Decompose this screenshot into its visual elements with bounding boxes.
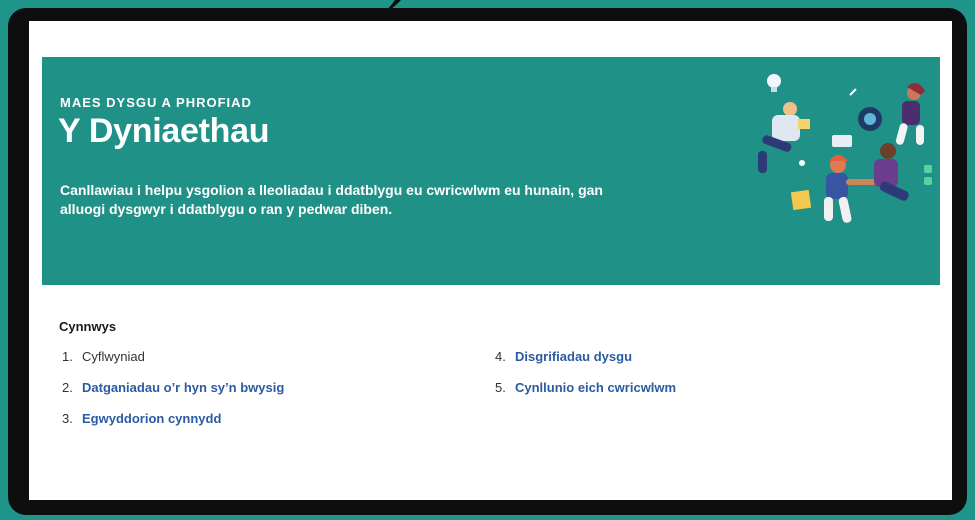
note-icon bbox=[790, 189, 812, 211]
toc-number: 1. bbox=[62, 349, 73, 364]
toc-number: 4. bbox=[495, 349, 506, 364]
hero-description: Canllawiau i helpu ysgolion a lleoliadau… bbox=[60, 182, 603, 217]
toc-link-datganiadau[interactable]: Datganiadau o’r hyn sy’n bwysig bbox=[82, 380, 284, 395]
toc-item-cynllunio: 5. Cynllunio eich cwricwlwm bbox=[495, 380, 676, 411]
page-title: Y Dyniaethau bbox=[58, 112, 270, 150]
toc-item-egwyddorion: 3. Egwyddorion cynnydd bbox=[62, 411, 284, 442]
toc-item-datganiadau: 2. Datganiadau o’r hyn sy’n bwysig bbox=[62, 380, 284, 411]
toc-number: 2. bbox=[62, 380, 73, 395]
screen: MAES DYSGU A PHROFIAD Y Dyniaethau Canll… bbox=[29, 21, 952, 500]
monitor-frame: MAES DYSGU A PHROFIAD Y Dyniaethau Canll… bbox=[8, 8, 967, 515]
lightbulb-icon bbox=[767, 74, 781, 92]
toc-heading: Cynnwys bbox=[59, 319, 117, 334]
badge-icon bbox=[924, 165, 932, 173]
toc-number: 3. bbox=[62, 411, 73, 426]
toc-link-cynllunio[interactable]: Cynllunio eich cwricwlwm bbox=[515, 380, 676, 395]
toc-link-egwyddorion[interactable]: Egwyddorion cynnydd bbox=[82, 411, 221, 426]
hero-overline: MAES DYSGU A PHROFIAD bbox=[60, 95, 252, 110]
spark-icon bbox=[849, 88, 857, 96]
toc-list-right: 4. Disgrifiadau dysgu 5. Cynllunio eich … bbox=[495, 349, 676, 411]
hero-illustration bbox=[758, 74, 932, 223]
toc-number: 5. bbox=[495, 380, 506, 395]
card-icon bbox=[832, 135, 852, 147]
toc-item-disgrifiadau: 4. Disgrifiadau dysgu bbox=[495, 349, 676, 380]
toc-current-label: Cyflwyniad bbox=[82, 349, 145, 364]
children-icon bbox=[824, 143, 909, 223]
toc-item-cyflwyniad: 1. Cyflwyniad bbox=[62, 349, 284, 380]
badge-icon bbox=[924, 177, 932, 185]
floating-woman-icon bbox=[895, 82, 925, 145]
toc-link-disgrifiadau[interactable]: Disgrifiadau dysgu bbox=[515, 349, 632, 364]
gear-icon bbox=[858, 107, 882, 131]
toc-list-left: 1. Cyflwyniad 2. Datganiadau o’r hyn sy’… bbox=[62, 349, 284, 442]
hero-banner: MAES DYSGU A PHROFIAD Y Dyniaethau Canll… bbox=[42, 57, 940, 285]
dot-icon bbox=[799, 160, 805, 166]
